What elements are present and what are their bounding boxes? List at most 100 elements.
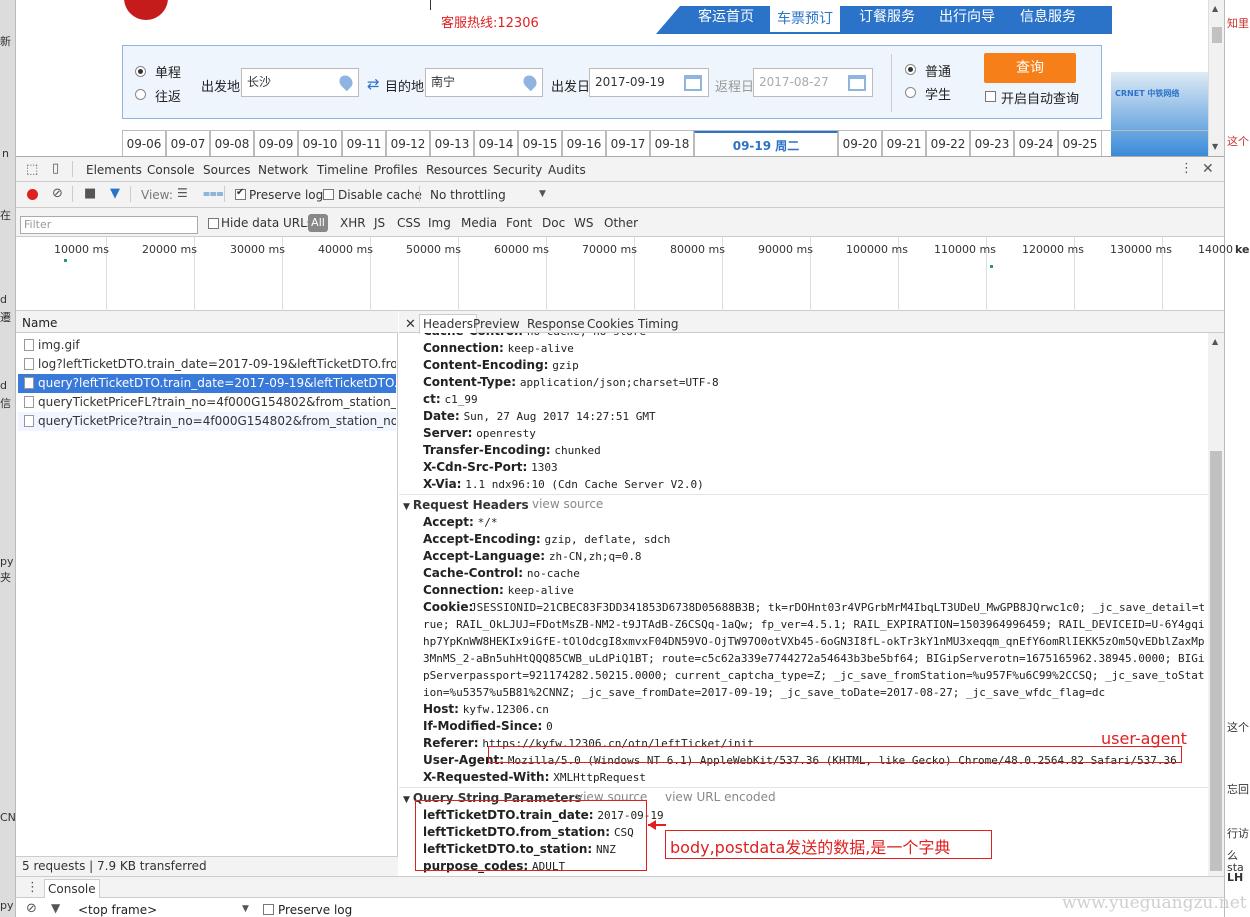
scrollbar-thumb[interactable] bbox=[1212, 27, 1222, 43]
date-tab[interactable]: 09-14 bbox=[474, 131, 518, 156]
tab-profiles[interactable]: Profiles bbox=[374, 163, 418, 177]
adult-ticket-radio[interactable] bbox=[905, 64, 916, 75]
date-tab[interactable]: 09-10 bbox=[298, 131, 342, 156]
scroll-up-icon[interactable]: ▲ bbox=[1212, 337, 1218, 346]
nav-meal[interactable]: 订餐服务 bbox=[859, 6, 915, 26]
date-tab[interactable]: 09-13 bbox=[430, 131, 474, 156]
depart-date-input[interactable]: 2017-09-19 bbox=[589, 68, 709, 97]
tab-timing[interactable]: Timing bbox=[638, 317, 679, 331]
swap-stations-icon[interactable]: ⇄ bbox=[367, 75, 380, 93]
request-row-selected[interactable]: query?leftTicketDTO.train_date=2017-09-1… bbox=[18, 374, 396, 393]
drawer-tab-console[interactable]: Console bbox=[44, 879, 100, 899]
device-mode-icon[interactable]: ▯ bbox=[52, 161, 59, 176]
tab-sources[interactable]: Sources bbox=[203, 163, 250, 177]
student-ticket-radio[interactable] bbox=[905, 87, 916, 98]
throttling-select[interactable]: No throttling bbox=[430, 188, 506, 202]
filter-ws[interactable]: WS bbox=[574, 216, 593, 230]
date-tab[interactable]: 09-20 bbox=[838, 131, 882, 156]
tab-console[interactable]: Console bbox=[147, 163, 195, 177]
scrollbar-thumb[interactable] bbox=[1210, 451, 1222, 871]
record-icon[interactable] bbox=[27, 189, 38, 200]
from-station-input[interactable]: 长沙 bbox=[241, 68, 359, 97]
nav-info[interactable]: 信息服务 bbox=[1020, 6, 1076, 26]
tab-security[interactable]: Security bbox=[493, 163, 542, 177]
query-button[interactable]: 查询 bbox=[984, 53, 1076, 83]
network-overview-timeline[interactable]: 10000 ms 20000 ms 30000 ms 40000 ms 50000 ms… bbox=[16, 237, 1233, 311]
to-station-input[interactable]: 南宁 bbox=[425, 68, 543, 97]
website-scrollbar[interactable]: ▲ ▼ bbox=[1208, 0, 1224, 156]
drawer-menu-icon[interactable]: ⋮ bbox=[26, 880, 39, 895]
date-tab[interactable]: 09-23 bbox=[970, 131, 1014, 156]
return-date-input[interactable]: 2017-08-27 bbox=[753, 68, 873, 97]
scroll-down-icon[interactable]: ▼ bbox=[1212, 142, 1218, 151]
tab-audits[interactable]: Audits bbox=[548, 163, 586, 177]
filter-img[interactable]: Img bbox=[428, 216, 451, 230]
view-source-link[interactable]: view source bbox=[532, 497, 603, 511]
date-tab[interactable]: 09-11 bbox=[342, 131, 386, 156]
date-tab[interactable]: 09-09 bbox=[254, 131, 298, 156]
list-view-icon[interactable]: ☰ bbox=[177, 186, 188, 200]
disable-cache-checkbox[interactable] bbox=[323, 189, 334, 200]
more-options-icon[interactable]: ⋮ bbox=[1180, 161, 1193, 176]
date-tab[interactable]: 09-16 bbox=[562, 131, 606, 156]
close-icon[interactable]: ✕ bbox=[1202, 161, 1214, 177]
date-tab[interactable]: 09-08 bbox=[210, 131, 254, 156]
filter-all-button[interactable]: All bbox=[308, 214, 328, 232]
filter-js[interactable]: JS bbox=[374, 216, 385, 230]
scroll-up-icon[interactable]: ▲ bbox=[1212, 4, 1218, 13]
filter-input[interactable]: Filter bbox=[20, 216, 198, 234]
request-row[interactable]: queryTicketPriceFL?train_no=4f000G154802… bbox=[18, 393, 396, 412]
collapse-triangle-icon[interactable]: ▼ bbox=[403, 795, 410, 805]
filter-media[interactable]: Media bbox=[461, 216, 497, 230]
date-tab[interactable]: 09-22 bbox=[926, 131, 970, 156]
filter-xhr[interactable]: XHR bbox=[340, 216, 366, 230]
capture-screenshots-icon[interactable]: ■ bbox=[84, 186, 96, 201]
filter-font[interactable]: Font bbox=[506, 216, 532, 230]
filter-icon[interactable]: ▼ bbox=[51, 901, 60, 915]
tab-preview[interactable]: Preview bbox=[473, 317, 520, 331]
date-tab[interactable]: 09-24 bbox=[1014, 131, 1058, 156]
tab-elements[interactable]: Elements bbox=[86, 163, 142, 177]
request-row[interactable]: queryTicketPrice?train_no=4f000G154802&f… bbox=[18, 412, 396, 431]
name-column-header[interactable]: Name bbox=[16, 311, 398, 333]
preserve-log-checkbox[interactable] bbox=[235, 187, 246, 200]
date-tab[interactable]: 09-18 bbox=[650, 131, 694, 156]
filter-doc[interactable]: Doc bbox=[542, 216, 565, 230]
clear-console-icon[interactable]: ⊘ bbox=[26, 901, 37, 916]
tab-response[interactable]: Response bbox=[527, 317, 585, 331]
request-row[interactable]: log?leftTicketDTO.train_date=2017-09-19&… bbox=[18, 355, 396, 374]
chevron-down-icon[interactable]: ▼ bbox=[242, 904, 249, 914]
date-tab-selected[interactable]: 09-19 周二 bbox=[694, 131, 838, 156]
date-tab[interactable]: 09-12 bbox=[386, 131, 430, 156]
tab-timeline[interactable]: Timeline bbox=[317, 163, 368, 177]
inspect-icon[interactable]: ⬚ bbox=[26, 162, 38, 177]
nav-ticket-booking[interactable]: 车票预订 bbox=[770, 6, 840, 32]
hide-data-urls-checkbox[interactable] bbox=[208, 218, 219, 229]
nav-home[interactable]: 客运首页 bbox=[698, 6, 754, 26]
collapse-triangle-icon[interactable]: ▼ bbox=[403, 502, 410, 512]
close-detail-icon[interactable]: ✕ bbox=[405, 317, 416, 332]
date-tab[interactable]: 09-15 bbox=[518, 131, 562, 156]
request-row[interactable]: img.gif bbox=[18, 336, 396, 355]
date-tab[interactable]: 09-07 bbox=[166, 131, 210, 156]
console-preserve-log-checkbox[interactable] bbox=[263, 904, 274, 915]
one-way-radio[interactable] bbox=[135, 66, 146, 77]
filter-icon[interactable]: ▼ bbox=[110, 186, 120, 201]
tab-network[interactable]: Network bbox=[258, 163, 308, 177]
filter-css[interactable]: CSS bbox=[397, 216, 421, 230]
date-tab[interactable]: 09-21 bbox=[882, 131, 926, 156]
view-url-encoded-link[interactable]: view URL encoded bbox=[665, 790, 776, 804]
date-tab[interactable]: 09-25 bbox=[1058, 131, 1102, 156]
clear-icon[interactable]: ⊘ bbox=[52, 186, 63, 201]
filter-other[interactable]: Other bbox=[604, 216, 638, 230]
frame-select[interactable]: <top frame> bbox=[78, 903, 157, 917]
date-tab[interactable]: 09-06 bbox=[122, 131, 166, 156]
tab-resources[interactable]: Resources bbox=[426, 163, 487, 177]
round-trip-radio[interactable] bbox=[135, 89, 146, 100]
tab-cookies[interactable]: Cookies bbox=[587, 317, 634, 331]
chevron-down-icon[interactable]: ▼ bbox=[539, 189, 546, 199]
tab-headers[interactable]: Headers bbox=[419, 314, 477, 334]
waterfall-view-icon[interactable]: ⩶ bbox=[203, 186, 224, 201]
nav-guide[interactable]: 出行向导 bbox=[939, 6, 995, 26]
date-tab[interactable]: 09-17 bbox=[606, 131, 650, 156]
